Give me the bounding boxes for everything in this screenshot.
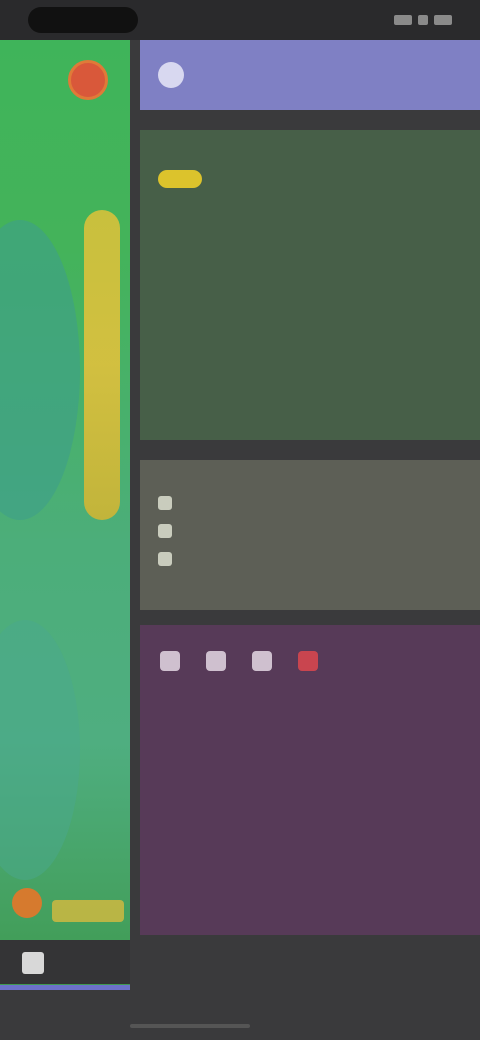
map-label [52,900,124,922]
action-icon[interactable] [252,651,272,671]
message-actions [160,651,460,671]
map-pin-icon[interactable] [68,60,108,100]
wifi-icon [418,15,428,25]
home-indicator [130,1024,250,1028]
map-view[interactable] [0,0,130,990]
action-icon[interactable] [160,651,180,671]
list-bullet-icon [158,496,172,510]
action-icon[interactable] [298,651,318,671]
message-card [140,625,480,935]
signal-icon [394,15,412,25]
status-pill [28,7,138,33]
status-indicators [394,15,452,25]
status-badge[interactable] [158,170,202,188]
list-bullet-icon [158,552,172,566]
list-item[interactable] [158,496,462,510]
list-item[interactable] [158,552,462,566]
battery-icon [434,15,452,25]
detail-panel [130,0,480,1040]
map-water-area [0,620,80,880]
map-marker-icon[interactable] [12,888,42,918]
header-bar[interactable] [140,40,480,110]
map-route [84,210,120,520]
header-icon [158,62,184,88]
map-footer [0,940,130,984]
navigation-button[interactable] [0,985,130,990]
summary-card [140,130,480,440]
list-bullet-icon [158,524,172,538]
status-bar [0,0,480,40]
home-icon[interactable] [22,952,44,974]
list-item[interactable] [158,524,462,538]
details-card [140,460,480,610]
action-icon[interactable] [206,651,226,671]
map-water-area [0,220,80,520]
